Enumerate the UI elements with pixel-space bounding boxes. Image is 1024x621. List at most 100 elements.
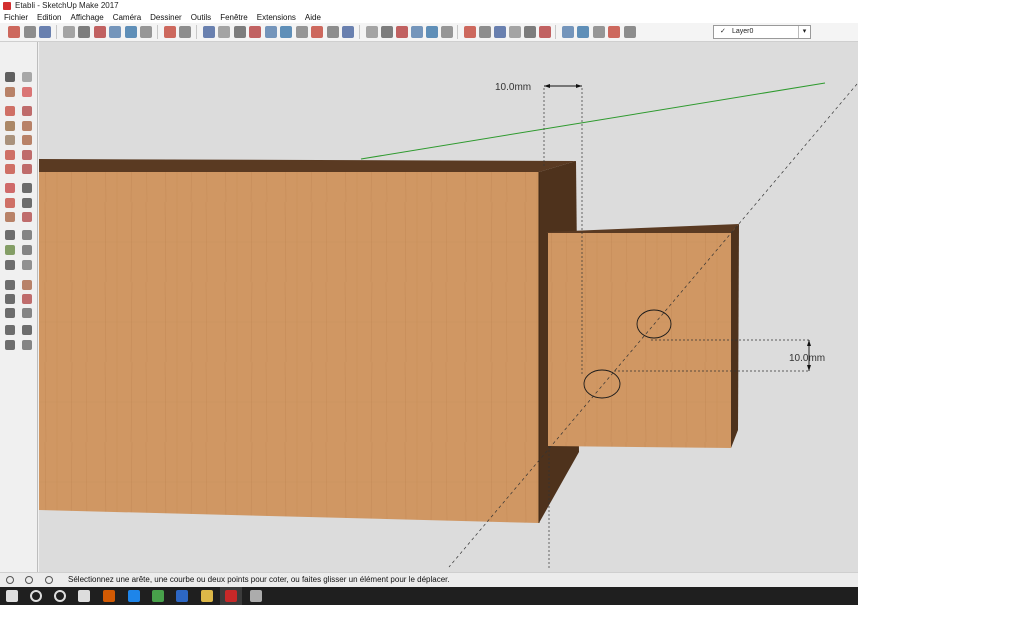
paste-icon[interactable] xyxy=(93,26,106,38)
rotate-icon[interactable] xyxy=(5,198,15,208)
paint-bucket-icon[interactable] xyxy=(5,87,15,97)
zoom-window-icon[interactable] xyxy=(22,294,32,304)
back-view-icon[interactable] xyxy=(425,26,438,38)
shaded-icon[interactable] xyxy=(508,26,521,38)
zoom-extents-icon[interactable] xyxy=(5,308,15,318)
freehand-icon[interactable] xyxy=(22,106,32,116)
previous-icon[interactable] xyxy=(22,308,32,318)
model-scene[interactable]: 10.0mm 10.0mm xyxy=(39,42,858,572)
layout-icon[interactable] xyxy=(608,26,620,38)
follow-me-icon[interactable] xyxy=(22,198,32,208)
walk-icon[interactable] xyxy=(5,340,15,350)
cut-icon[interactable] xyxy=(62,26,75,38)
sketchup-icon[interactable] xyxy=(220,587,242,605)
menu-outils[interactable]: Outils xyxy=(191,12,211,23)
components-icon[interactable] xyxy=(623,26,636,38)
eraser-icon[interactable] xyxy=(22,87,32,97)
make-component-icon[interactable] xyxy=(22,72,32,82)
monochrome-icon[interactable] xyxy=(538,26,551,38)
2pt-arc-icon[interactable] xyxy=(22,164,32,174)
dimension-icon[interactable] xyxy=(22,230,32,240)
follow-icon[interactable] xyxy=(295,26,308,38)
share-icon[interactable] xyxy=(592,26,605,38)
print-icon[interactable] xyxy=(163,26,176,38)
left-view-icon[interactable] xyxy=(440,26,453,38)
text-icon[interactable] xyxy=(22,245,32,255)
arc-icon[interactable] xyxy=(249,26,261,38)
axes-icon[interactable] xyxy=(5,260,15,270)
stack-icon[interactable] xyxy=(342,26,354,38)
line-icon[interactable] xyxy=(218,26,230,38)
store-icon[interactable] xyxy=(176,590,188,602)
zoom-icon[interactable] xyxy=(5,294,15,304)
scale-icon[interactable] xyxy=(5,212,15,222)
push-pull-icon[interactable] xyxy=(22,183,32,193)
dimension-label-top[interactable]: 10.0mm xyxy=(495,82,531,93)
arc-icon[interactable] xyxy=(5,150,15,160)
tape-measure-icon[interactable] xyxy=(5,230,15,240)
chevron-down-icon[interactable]: ▾ xyxy=(798,26,810,38)
front-view-icon[interactable] xyxy=(395,26,408,38)
redo-icon[interactable] xyxy=(140,26,152,38)
model-info-icon[interactable] xyxy=(179,26,191,38)
rectangle-icon[interactable] xyxy=(5,121,15,131)
firefox-icon[interactable] xyxy=(103,590,115,602)
orbit-icon[interactable] xyxy=(5,280,15,290)
3pt-arc-icon[interactable] xyxy=(5,164,15,174)
cortana-icon[interactable] xyxy=(54,590,66,602)
geolocation-icon[interactable] xyxy=(6,576,14,584)
3d-text-icon[interactable] xyxy=(22,260,32,270)
pencil-icon[interactable] xyxy=(5,106,15,116)
position-camera-icon[interactable] xyxy=(5,325,15,335)
task-view-icon[interactable] xyxy=(78,590,90,602)
menu-edition[interactable]: Edition xyxy=(37,12,61,23)
menu-fichier[interactable]: Fichier xyxy=(4,12,28,23)
edge-icon[interactable] xyxy=(128,590,140,602)
move-icon[interactable] xyxy=(5,183,15,193)
other-app-icon[interactable] xyxy=(250,590,262,602)
pan-icon[interactable] xyxy=(22,280,32,290)
select-icon[interactable] xyxy=(5,72,15,82)
top-view-icon[interactable] xyxy=(380,26,393,38)
layer-select[interactable]: ✓ Layer0 ▾ xyxy=(713,25,811,39)
search-icon[interactable] xyxy=(30,590,42,602)
user-icon[interactable] xyxy=(45,576,53,584)
menu-camera[interactable]: Caméra xyxy=(113,12,141,23)
file-explorer-icon[interactable] xyxy=(201,590,213,602)
circle-icon[interactable] xyxy=(5,135,15,145)
info-icon[interactable] xyxy=(25,576,33,584)
polygon-icon[interactable] xyxy=(22,135,32,145)
get-started-icon[interactable] xyxy=(8,26,20,38)
menu-dessiner[interactable]: Dessiner xyxy=(150,12,182,23)
xray-icon[interactable] xyxy=(463,26,476,38)
tag-icon[interactable] xyxy=(264,26,277,38)
pie-icon[interactable] xyxy=(22,150,32,160)
swap-icon[interactable] xyxy=(326,26,339,38)
open-icon[interactable] xyxy=(23,26,36,38)
copy-icon[interactable] xyxy=(78,26,90,38)
menu-extensions[interactable]: Extensions xyxy=(257,12,296,23)
iso-view-icon[interactable] xyxy=(365,26,378,38)
menu-affichage[interactable]: Affichage xyxy=(70,12,103,23)
save-icon[interactable] xyxy=(39,26,51,38)
right-view-icon[interactable] xyxy=(410,26,423,38)
grid-icon[interactable] xyxy=(233,26,246,38)
windows-start-icon[interactable] xyxy=(6,590,18,602)
drawing-viewport[interactable]: 10.0mm 10.0mm xyxy=(39,42,858,572)
chrome-icon[interactable] xyxy=(152,590,164,602)
push-icon[interactable] xyxy=(280,26,292,38)
shape-icon[interactable] xyxy=(202,26,215,38)
undo-icon[interactable] xyxy=(124,26,137,38)
warehouse-icon[interactable] xyxy=(561,26,574,38)
menu-fenetre[interactable]: Fenêtre xyxy=(220,12,248,23)
protractor-icon[interactable] xyxy=(5,245,15,255)
rotated-rectangle-icon[interactable] xyxy=(22,121,32,131)
erase-icon[interactable] xyxy=(109,26,121,38)
extension-warehouse-icon[interactable] xyxy=(577,26,589,38)
menu-aide[interactable]: Aide xyxy=(305,12,321,23)
hidden-line-icon[interactable] xyxy=(493,26,506,38)
fill-icon[interactable] xyxy=(311,26,323,38)
shaded-textures-icon[interactable] xyxy=(523,26,536,38)
offset-icon[interactable] xyxy=(22,212,32,222)
section-plane-icon[interactable] xyxy=(22,340,32,350)
